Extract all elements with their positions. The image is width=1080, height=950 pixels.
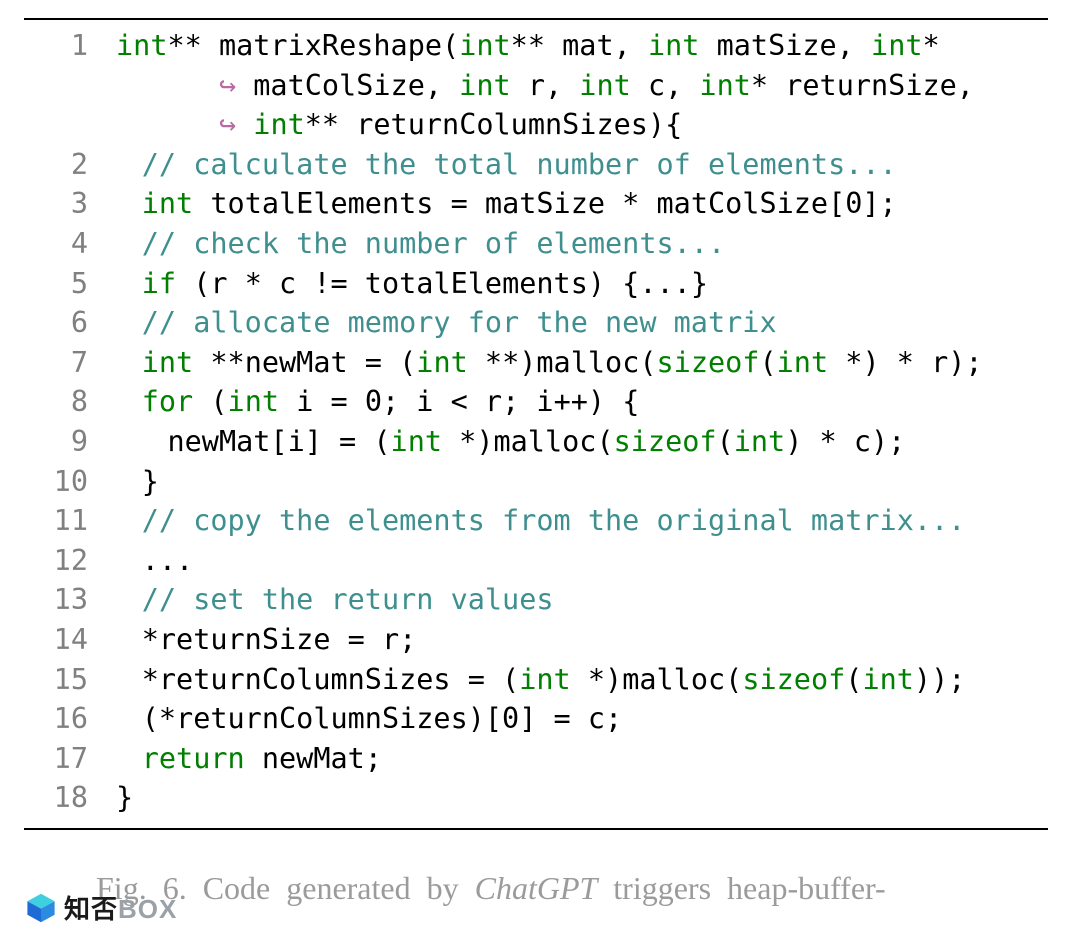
code-content: // check the number of elements... xyxy=(116,224,725,264)
code-line: 12... xyxy=(24,541,1048,581)
line-number: 10 xyxy=(24,462,116,502)
line-number: 15 xyxy=(24,660,116,700)
code-line: 16(*returnColumnSizes)[0] = c; xyxy=(24,699,1048,739)
caption-italic: ChatGPT xyxy=(475,870,598,906)
page-root: 1int** matrixReshape(int** mat, int matS… xyxy=(0,0,1080,950)
code-content: } xyxy=(116,462,159,502)
code-content: if (r * c != totalElements) {...} xyxy=(116,264,708,304)
code-content: newMat[i] = (int *)malloc(sizeof(int) * … xyxy=(116,422,905,462)
caption-text-before: Code generated by xyxy=(203,870,475,906)
code-content: (*returnColumnSizes)[0] = c; xyxy=(116,699,622,739)
line-number: 4 xyxy=(24,224,116,264)
code-line: 2// calculate the total number of elemen… xyxy=(24,145,1048,185)
line-number: 9 xyxy=(24,422,116,462)
code-content: // copy the elements from the original m… xyxy=(116,501,965,541)
watermark: 知否BOX xyxy=(24,889,177,926)
code-line: 11// copy the elements from the original… xyxy=(24,501,1048,541)
figure-caption: Fig. 6. Code generated by ChatGPT trigge… xyxy=(24,866,1048,911)
code-content: } xyxy=(116,778,133,818)
line-number: 7 xyxy=(24,343,116,383)
line-number: 16 xyxy=(24,699,116,739)
code-line: ↪ int** returnColumnSizes){ xyxy=(24,105,1048,145)
watermark-text: 知否BOX xyxy=(64,889,177,926)
code-line: 13// set the return values xyxy=(24,580,1048,620)
code-listing: 1int** matrixReshape(int** mat, int matS… xyxy=(24,18,1048,830)
code-content: // allocate memory for the new matrix xyxy=(116,303,777,343)
code-line: 10} xyxy=(24,462,1048,502)
line-number: 5 xyxy=(24,264,116,304)
code-line: 8for (int i = 0; i < r; i++) { xyxy=(24,382,1048,422)
caption-text-after: triggers heap-buffer- xyxy=(597,870,885,906)
line-number: 3 xyxy=(24,184,116,224)
code-content: int** matrixReshape(int** mat, int matSi… xyxy=(116,26,940,66)
code-content: for (int i = 0; i < r; i++) { xyxy=(116,382,639,422)
line-number: 17 xyxy=(24,739,116,779)
line-number: 8 xyxy=(24,382,116,422)
code-line: 18} xyxy=(24,778,1048,818)
line-number: 12 xyxy=(24,541,116,581)
line-number: 11 xyxy=(24,501,116,541)
line-number: 14 xyxy=(24,620,116,660)
code-line: 6// allocate memory for the new matrix xyxy=(24,303,1048,343)
line-number: 13 xyxy=(24,580,116,620)
code-line: 5if (r * c != totalElements) {...} xyxy=(24,264,1048,304)
code-content: ↪ int** returnColumnSizes){ xyxy=(116,105,682,145)
code-line: 9newMat[i] = (int *)malloc(sizeof(int) *… xyxy=(24,422,1048,462)
code-line: 7int **newMat = (int **)malloc(sizeof(in… xyxy=(24,343,1048,383)
code-line: 3int totalElements = matSize * matColSiz… xyxy=(24,184,1048,224)
code-content: int totalElements = matSize * matColSize… xyxy=(116,184,897,224)
code-content: *returnColumnSizes = (int *)malloc(sizeo… xyxy=(116,660,965,700)
code-content: // calculate the total number of element… xyxy=(116,145,897,185)
code-line: 1int** matrixReshape(int** mat, int matS… xyxy=(24,26,1048,66)
line-number: 6 xyxy=(24,303,116,343)
line-number: 2 xyxy=(24,145,116,185)
code-content: ↪ matColSize, int r, int c, int* returnS… xyxy=(116,66,974,106)
code-line: 4// check the number of elements... xyxy=(24,224,1048,264)
code-content: ... xyxy=(116,541,193,581)
code-line: 17return newMat; xyxy=(24,739,1048,779)
line-number: 18 xyxy=(24,778,116,818)
cube-icon xyxy=(24,891,58,925)
code-content: return newMat; xyxy=(116,739,382,779)
watermark-en: BOX xyxy=(118,894,177,924)
watermark-cn: 知否 xyxy=(64,894,118,924)
code-line: ↪ matColSize, int r, int c, int* returnS… xyxy=(24,66,1048,106)
code-content: *returnSize = r; xyxy=(116,620,416,660)
code-line: 14*returnSize = r; xyxy=(24,620,1048,660)
code-content: // set the return values xyxy=(116,580,554,620)
line-number: 1 xyxy=(24,26,116,66)
code-line: 15*returnColumnSizes = (int *)malloc(siz… xyxy=(24,660,1048,700)
code-content: int **newMat = (int **)malloc(sizeof(int… xyxy=(116,343,983,383)
